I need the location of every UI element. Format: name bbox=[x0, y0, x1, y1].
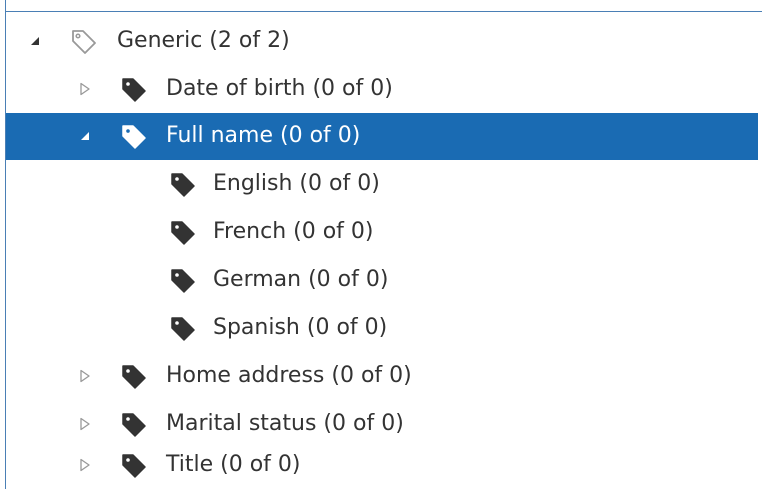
tag-icon bbox=[169, 219, 197, 245]
tree-node-label: Spanish (0 of 0) bbox=[213, 315, 388, 340]
tag-tree: Generic (2 of 2) Date of birth (0 of 0) … bbox=[0, 0, 762, 489]
tag-icon bbox=[120, 123, 148, 149]
tree-node-generic[interactable]: Generic (2 of 2) bbox=[6, 18, 758, 65]
tag-outline-icon bbox=[70, 28, 98, 54]
tree-node-label: German (0 of 0) bbox=[213, 267, 389, 292]
expanded-arrow-icon[interactable] bbox=[28, 34, 42, 48]
tree-node-label: Marital status (0 of 0) bbox=[166, 411, 404, 436]
tree-node-label: English (0 of 0) bbox=[213, 171, 380, 196]
tag-icon bbox=[169, 315, 197, 341]
tree-node-marital-status[interactable]: Marital status (0 of 0) bbox=[6, 401, 758, 448]
tree-node-title[interactable]: Title (0 of 0) bbox=[6, 442, 758, 489]
tag-icon bbox=[120, 452, 148, 478]
collapsed-arrow-icon[interactable] bbox=[78, 417, 92, 431]
tree-node-spanish[interactable]: Spanish (0 of 0) bbox=[6, 305, 758, 352]
tree-node-label: Title (0 of 0) bbox=[166, 452, 301, 477]
tag-icon bbox=[120, 363, 148, 389]
tree-node-full-name[interactable]: Full name (0 of 0) bbox=[6, 113, 758, 160]
tree-node-french[interactable]: French (0 of 0) bbox=[6, 209, 758, 256]
tree-node-home-address[interactable]: Home address (0 of 0) bbox=[6, 353, 758, 400]
tree-node-english[interactable]: English (0 of 0) bbox=[6, 161, 758, 208]
tree-node-label: Full name (0 of 0) bbox=[166, 123, 361, 148]
tree-node-german[interactable]: German (0 of 0) bbox=[6, 257, 758, 304]
tree-node-label: Generic (2 of 2) bbox=[117, 28, 290, 53]
tree-node-date-of-birth[interactable]: Date of birth (0 of 0) bbox=[6, 66, 758, 113]
tag-icon bbox=[120, 76, 148, 102]
tree-top-border bbox=[5, 11, 762, 12]
expanded-arrow-icon[interactable] bbox=[78, 129, 92, 143]
tree-node-label: Home address (0 of 0) bbox=[166, 363, 412, 388]
tag-icon bbox=[169, 171, 197, 197]
collapsed-arrow-icon[interactable] bbox=[78, 458, 92, 472]
collapsed-arrow-icon[interactable] bbox=[78, 369, 92, 383]
collapsed-arrow-icon[interactable] bbox=[78, 82, 92, 96]
tree-node-label: French (0 of 0) bbox=[213, 219, 374, 244]
tag-icon bbox=[169, 267, 197, 293]
tag-icon bbox=[120, 411, 148, 437]
tree-node-label: Date of birth (0 of 0) bbox=[166, 76, 393, 101]
